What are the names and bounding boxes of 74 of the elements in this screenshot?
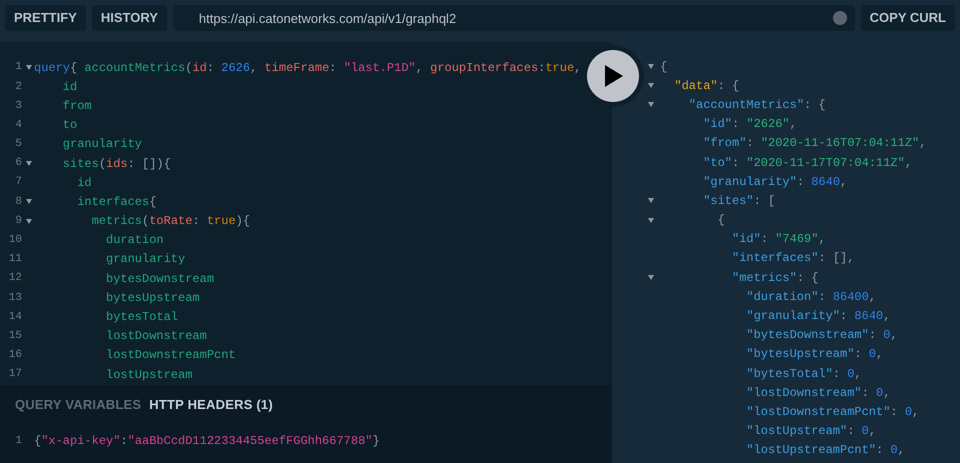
json-line: { bbox=[718, 212, 725, 230]
json-line: "lostUpstream": 0, bbox=[746, 423, 876, 440]
json-line: "bytesUpstream": 0, bbox=[746, 346, 884, 364]
toolbar-button[interactable]: HISTORY bbox=[92, 5, 167, 31]
code-line: from bbox=[62, 98, 92, 115]
json-line: { bbox=[660, 58, 668, 76]
code-line: lostDownstream bbox=[106, 328, 207, 346]
toolbar-button[interactable]: PRETTIFY bbox=[5, 5, 86, 31]
line-number: 2 bbox=[14, 80, 22, 95]
url-field[interactable]: https://api.catonetworks.com/api/v1/graphql2 bbox=[172, 5, 855, 31]
code-line: bytesUpstream bbox=[106, 290, 200, 307]
line-number: 1 bbox=[14, 434, 22, 449]
json-line: "from": "2020-11-16T07:04:11Z", bbox=[703, 135, 926, 152]
code-line: bytesDownstream bbox=[106, 270, 214, 288]
json-line: "bytesDownstream": 0, bbox=[746, 327, 898, 344]
line-number: 1 bbox=[14, 60, 22, 76]
line-number: 9 bbox=[14, 214, 22, 229]
fold-arrow-icon[interactable] bbox=[648, 64, 654, 70]
line-number: 7 bbox=[14, 175, 22, 190]
json-line: "to": "2020-11-17T07:04:11Z", bbox=[703, 154, 912, 172]
json-line: "data": { bbox=[674, 78, 740, 95]
code-line: sites(ids: []){ bbox=[62, 156, 171, 173]
line-number: 6 bbox=[14, 156, 22, 172]
code-line: lostDownstreamPcnt bbox=[106, 347, 236, 364]
line-number: 5 bbox=[14, 137, 22, 152]
line-number: 8 bbox=[14, 194, 22, 210]
line-number: 10 bbox=[8, 233, 22, 248]
line-number: 3 bbox=[14, 98, 22, 114]
json-line: "granularity": 8640, bbox=[703, 174, 848, 191]
fold-arrow-icon[interactable] bbox=[648, 83, 654, 88]
json-line: "id": "2626", bbox=[703, 116, 797, 134]
panel-tab[interactable]: HTTP HEADERS (1) bbox=[149, 395, 273, 414]
code-line: duration bbox=[106, 232, 164, 250]
code-line: id bbox=[62, 78, 78, 96]
fold-arrow-icon[interactable] bbox=[648, 102, 654, 108]
line-number: 13 bbox=[8, 290, 22, 306]
line-number: 17 bbox=[8, 367, 22, 382]
code-line: metrics(toRate: true){ bbox=[92, 213, 250, 230]
fold-arrow-icon[interactable] bbox=[648, 198, 654, 204]
fold-arrow-icon[interactable] bbox=[648, 275, 654, 280]
code-line: interfaces{ bbox=[77, 194, 156, 211]
code-line: to bbox=[62, 117, 78, 134]
play-icon bbox=[603, 65, 623, 87]
code-line: id bbox=[77, 174, 92, 192]
json-line: "lostDownstream": 0, bbox=[746, 384, 890, 402]
json-line: "lostUpstreamPcnt": 0, bbox=[746, 442, 905, 460]
json-line: "duration": 86400, bbox=[746, 288, 876, 306]
line-number: 15 bbox=[8, 328, 22, 344]
line-number: 14 bbox=[8, 310, 22, 325]
run-button[interactable] bbox=[587, 50, 639, 102]
fold-arrow-icon[interactable] bbox=[26, 218, 32, 224]
code-line: {"x-api-key":"aaBbCcdD1122334455eefFGGhh667788"} bbox=[34, 433, 380, 450]
code-line: lostUpstream bbox=[106, 366, 192, 384]
line-number: 4 bbox=[14, 118, 22, 133]
json-line: "metrics": { bbox=[732, 270, 818, 287]
copy-curl-button[interactable]: COPY CURL bbox=[860, 5, 955, 31]
json-line: "bytesTotal": 0, bbox=[746, 366, 862, 383]
json-line: "accountMetrics": { bbox=[688, 96, 826, 114]
fold-arrow-icon[interactable] bbox=[26, 65, 32, 70]
fold-arrow-icon[interactable] bbox=[26, 199, 32, 204]
json-line: "sites": [ bbox=[703, 192, 776, 210]
code-line: bytesTotal bbox=[106, 309, 178, 326]
fold-arrow-icon[interactable] bbox=[648, 218, 654, 223]
code-line: granularity bbox=[106, 251, 186, 268]
json-line: "id": "7469", bbox=[732, 231, 826, 248]
line-number: 12 bbox=[8, 271, 22, 286]
json-line: "lostDownstreamPcnt": 0, bbox=[746, 404, 920, 421]
code-line: granularity bbox=[62, 136, 142, 154]
code-line: query{ accountMetrics(id: 2626, timeFrame: "last.P1D", groupInterfaces:true, bbox=[34, 60, 582, 77]
fold-arrow-icon[interactable] bbox=[26, 161, 32, 166]
json-line: "granularity": 8640, bbox=[746, 308, 890, 326]
line-number: 16 bbox=[8, 348, 22, 364]
json-line: "interfaces": [], bbox=[732, 250, 854, 268]
line-number: 11 bbox=[8, 252, 22, 268]
